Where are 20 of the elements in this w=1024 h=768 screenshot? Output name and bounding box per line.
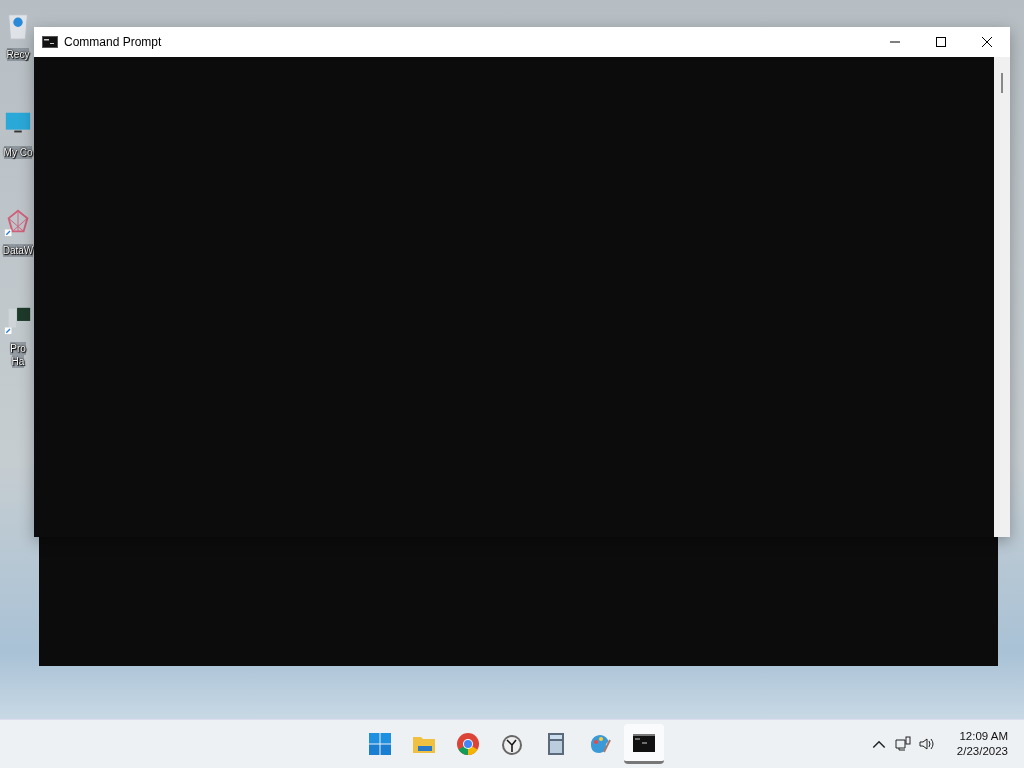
close-icon <box>981 36 993 48</box>
icon-label: Ha <box>11 355 25 368</box>
scroll-thumb[interactable] <box>1001 73 1003 93</box>
icon-label: Recy <box>6 48 30 61</box>
chrome-icon <box>456 732 480 756</box>
network-icon[interactable] <box>894 736 911 752</box>
speaker-icon[interactable] <box>918 736 935 752</box>
icon-label: Pro <box>10 342 26 355</box>
clock-time[interactable]: 12:09 AM <box>959 729 1008 744</box>
terminal-icon <box>42 36 58 48</box>
clock-date[interactable]: 2/23/2023 <box>956 744 1008 759</box>
start-icon <box>368 732 392 756</box>
terminal-taskbar-button[interactable] <box>624 724 664 764</box>
clock-icon <box>500 732 524 756</box>
window-title: Command Prompt <box>64 35 162 49</box>
icon-label: DataW <box>2 244 34 257</box>
paint-icon <box>588 732 612 756</box>
maximize-icon <box>935 36 947 48</box>
scrollbar[interactable] <box>994 57 1010 537</box>
icon-label: My Co <box>3 146 33 159</box>
